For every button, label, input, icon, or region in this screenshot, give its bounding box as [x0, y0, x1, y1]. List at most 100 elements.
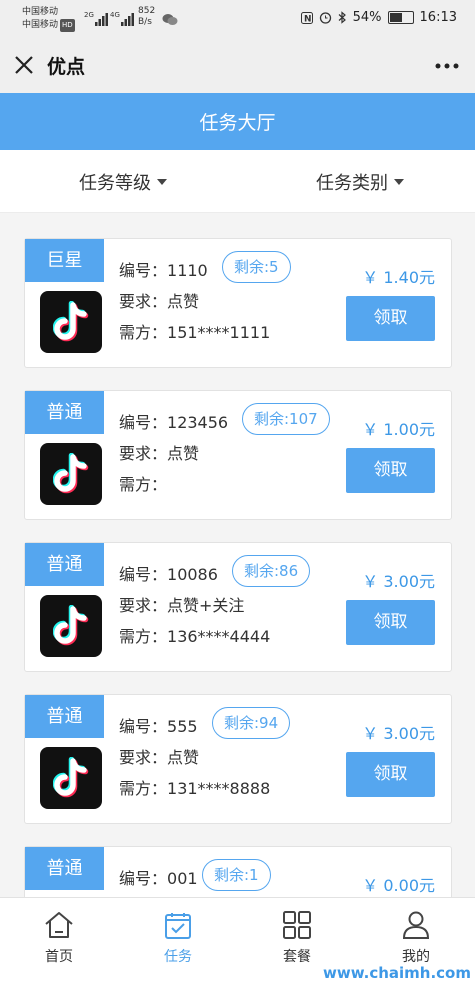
task-number-row: 编号：555 [119, 713, 198, 737]
task-number: 10086 [167, 565, 218, 584]
task-card: 普通 编号：123456 剩余:107 要求：点赞 需方： ￥ 1.00元 领取 [24, 390, 452, 520]
status-right: N 54% 16:13 [300, 10, 457, 25]
claim-button[interactable]: 领取 [346, 448, 435, 493]
task-requester-row: 需方：136****4444 [119, 623, 270, 647]
task-requirement: 点赞+关注 [167, 596, 245, 615]
task-card: 普通 编号：555 剩余:94 要求：点赞 需方：131****8888 ￥ 3… [24, 694, 452, 824]
requester-label: 需方： [119, 627, 168, 646]
number-label: 编号： [119, 869, 168, 888]
remaining-badge: 剩余:5 [222, 251, 291, 283]
more-icon [435, 63, 459, 69]
task-requirement: 点赞 [167, 748, 200, 767]
user-icon [402, 911, 430, 939]
requirement-label: 要求： [119, 292, 168, 311]
nav-task[interactable]: 任务 [138, 910, 218, 966]
task-number-row: 编号：123456 [119, 409, 228, 433]
carrier-2: 中国移动 [22, 20, 59, 30]
requester-label: 需方： [119, 323, 168, 342]
filter-type[interactable]: 任务类别 [316, 169, 404, 195]
carrier-1: 中国移动 [22, 7, 59, 17]
task-grade: 巨星 [25, 239, 104, 282]
task-card: 普通 编号：10086 剩余:86 要求：点赞+关注 需方：136****444… [24, 542, 452, 672]
task-requester: 131****8888 [167, 779, 271, 798]
task-requirement: 点赞 [167, 444, 200, 463]
more-button[interactable] [435, 50, 459, 74]
task-requester-row: 需方：131****8888 [119, 775, 270, 799]
net-speed-unit: B/s [138, 17, 152, 27]
net-speed: 852 B/s [138, 6, 155, 28]
task-card: 普通 编号：001 剩余:1 ￥ 0.00元 [24, 846, 452, 897]
bluetooth-icon [338, 11, 346, 24]
wechat-icon [162, 14, 178, 25]
page-title: 优点 [47, 56, 86, 78]
task-requirement: 点赞 [167, 292, 200, 311]
nav-mine[interactable]: 我的 [376, 910, 456, 966]
carrier-info: 中国移动 中国移动 HD [22, 6, 75, 32]
remaining-badge: 剩余:1 [202, 859, 271, 891]
signal-icon: 2G [84, 11, 108, 26]
banner-title: 任务大厅 [199, 112, 276, 134]
nav-package[interactable]: 套餐 [257, 910, 337, 966]
number-label: 编号： [119, 717, 168, 736]
task-requester: 136****4444 [167, 627, 271, 646]
task-icon [165, 913, 191, 939]
claim-button[interactable]: 领取 [346, 600, 435, 645]
tiktok-icon [40, 595, 102, 657]
task-number: 1110 [167, 261, 208, 280]
home-icon [45, 912, 73, 938]
alarm-icon [319, 12, 331, 24]
title-bar: 优点 [0, 38, 475, 93]
caret-down-icon [157, 179, 167, 185]
nav-mine-label: 我的 [402, 949, 430, 965]
task-number: 123456 [167, 413, 229, 432]
task-number: 555 [167, 717, 198, 736]
caret-down-icon [394, 179, 404, 185]
requirement-label: 要求： [119, 748, 168, 767]
task-requirement-row: 要求：点赞+关注 [119, 592, 244, 616]
nav-task-label: 任务 [164, 949, 192, 965]
claim-button[interactable]: 领取 [346, 296, 435, 341]
task-price: ￥ 0.00元 [362, 876, 435, 895]
requester-label: 需方： [119, 779, 168, 798]
claim-button[interactable]: 领取 [346, 752, 435, 797]
requester-label: 需方： [119, 475, 168, 494]
grid-icon [283, 911, 311, 939]
watermark: www.chaimh.com [323, 964, 471, 982]
close-button[interactable] [10, 51, 38, 79]
tiktok-icon [40, 747, 102, 809]
filter-bar: 任务等级 任务类别 [0, 150, 475, 213]
task-card: 巨星 编号：1110 剩余:5 要求：点赞 需方：151****1111 ￥ 1… [24, 238, 452, 368]
task-grade: 普通 [25, 847, 104, 890]
task-number: 001 [167, 869, 198, 888]
task-number-row: 编号：10086 [119, 561, 218, 585]
filter-level[interactable]: 任务等级 [79, 169, 167, 195]
close-icon [15, 56, 33, 74]
task-grade: 普通 [25, 695, 104, 738]
signal-icon-2: 4G [110, 11, 134, 26]
task-requirement-row: 要求：点赞 [119, 288, 199, 312]
task-number-row: 编号：001 [119, 865, 198, 889]
requirement-label: 要求： [119, 444, 168, 463]
task-number-row: 编号：1110 [119, 257, 208, 281]
tiktok-icon [40, 291, 102, 353]
task-grade: 普通 [25, 543, 104, 586]
remaining-badge: 剩余:107 [242, 403, 330, 435]
number-label: 编号： [119, 261, 168, 280]
filter-type-label: 任务类别 [316, 173, 388, 194]
remaining-badge: 剩余:86 [232, 555, 311, 587]
task-list[interactable]: 巨星 编号：1110 剩余:5 要求：点赞 需方：151****1111 ￥ 1… [0, 213, 475, 897]
filter-level-label: 任务等级 [79, 173, 151, 194]
task-price: ￥ 3.00元 [362, 572, 435, 591]
nav-home[interactable]: 首页 [19, 910, 99, 966]
task-requester: 151****1111 [167, 323, 271, 342]
clock: 16:13 [419, 10, 457, 25]
number-label: 编号： [119, 413, 168, 432]
task-grade: 普通 [25, 391, 104, 434]
net-speed-value: 852 [138, 6, 156, 16]
battery-percent: 54% [352, 10, 382, 25]
task-requester-row: 需方：151****1111 [119, 319, 270, 343]
task-requirement-row: 要求：点赞 [119, 440, 199, 464]
nfc-icon: N [300, 11, 313, 24]
battery-icon [387, 11, 414, 24]
task-requirement-row: 要求：点赞 [119, 744, 199, 768]
